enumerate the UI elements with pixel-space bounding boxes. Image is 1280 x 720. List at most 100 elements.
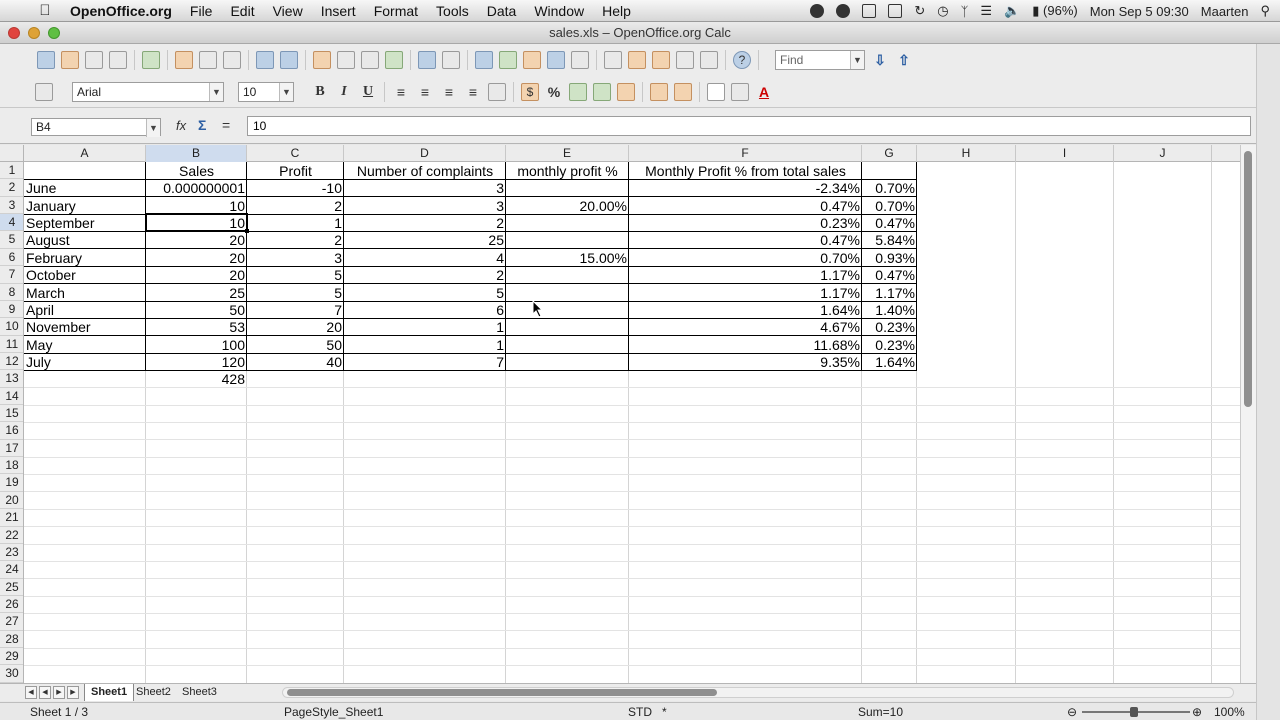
cell-e10[interactable]: [506, 318, 629, 335]
cell-a2[interactable]: June: [24, 179, 146, 196]
cell-e12[interactable]: [506, 353, 629, 370]
row-header-14[interactable]: 14: [0, 388, 23, 406]
selection-mode-status[interactable]: STD: [628, 705, 652, 719]
wifi-icon[interactable]: ☰: [980, 3, 992, 19]
volume-icon[interactable]: 🔈: [1004, 3, 1020, 19]
data-sources-icon[interactable]: [676, 51, 694, 69]
row-header-18[interactable]: 18: [0, 457, 23, 475]
zoom-icon[interactable]: [700, 51, 718, 69]
row-header-8[interactable]: 8: [0, 284, 23, 301]
chevron-down-icon[interactable]: ▼: [279, 82, 293, 101]
cell-d10[interactable]: 1: [344, 318, 506, 335]
export-pdf-icon[interactable]: [175, 51, 193, 69]
row-header-25[interactable]: 25: [0, 579, 23, 596]
cell-b12[interactable]: 120: [146, 353, 247, 370]
cell-c11[interactable]: 50: [247, 336, 344, 353]
redo-icon[interactable]: [442, 51, 460, 69]
font-name-box[interactable]: Arial ▼: [72, 81, 224, 102]
column-header-i[interactable]: I: [1016, 145, 1114, 162]
cell-c4[interactable]: 1: [247, 214, 344, 231]
cell-c8[interactable]: 5: [247, 284, 344, 301]
sheet-tab-3[interactable]: Sheet3: [176, 684, 223, 701]
cell-a8[interactable]: March: [24, 284, 146, 301]
menu-view[interactable]: View: [273, 3, 303, 19]
row-header-15[interactable]: 15: [0, 405, 23, 423]
apple-menu-icon[interactable]: : [30, 2, 60, 19]
bluetooth-icon[interactable]: ᛉ: [961, 4, 969, 19]
cell-b5[interactable]: 20: [146, 231, 247, 248]
column-header-h[interactable]: H: [917, 145, 1016, 162]
cell-c6[interactable]: 3: [247, 249, 344, 266]
autospellcheck-icon[interactable]: [280, 51, 298, 69]
cell-e4[interactable]: [506, 214, 629, 231]
row-header-9[interactable]: 9: [0, 301, 23, 319]
find-field[interactable]: Find ▼: [775, 50, 865, 70]
cell-c12[interactable]: 40: [247, 353, 344, 370]
column-header-f[interactable]: F: [629, 145, 862, 162]
gallery-icon[interactable]: [652, 51, 670, 69]
page-preview-icon[interactable]: [223, 51, 241, 69]
sort-descending-icon[interactable]: [523, 51, 541, 69]
clone-formatting-icon[interactable]: [385, 51, 403, 69]
row-header-29[interactable]: 29: [0, 648, 23, 666]
insert-chart-icon[interactable]: [547, 51, 565, 69]
cell-b1[interactable]: Sales: [146, 162, 247, 179]
cell-g2[interactable]: 0.70%: [862, 179, 917, 196]
edit-file-icon[interactable]: [142, 51, 160, 69]
find-replace-icon[interactable]: [604, 51, 622, 69]
next-sheet-icon[interactable]: ▶: [53, 686, 65, 699]
sort-ascending-icon[interactable]: [499, 51, 517, 69]
cell-g11[interactable]: 0.23%: [862, 336, 917, 353]
cell-b13-total[interactable]: 428: [146, 370, 247, 387]
show-draw-functions-icon[interactable]: [571, 51, 589, 69]
sheet-tab-2[interactable]: Sheet2: [130, 684, 177, 701]
cell-a11[interactable]: May: [24, 336, 146, 353]
save-icon[interactable]: [85, 51, 103, 69]
menu-format[interactable]: Format: [374, 3, 418, 19]
undo-icon[interactable]: [418, 51, 436, 69]
cell-e1[interactable]: monthly profit %: [506, 162, 629, 179]
row-header-23[interactable]: 23: [0, 544, 23, 562]
column-header-b[interactable]: B: [146, 145, 247, 162]
cell-c5[interactable]: 2: [247, 231, 344, 248]
cell-g10[interactable]: 0.23%: [862, 318, 917, 335]
email-icon[interactable]: [109, 51, 127, 69]
row-header-5[interactable]: 5: [0, 231, 23, 249]
cell-g4[interactable]: 0.47%: [862, 214, 917, 231]
row-header-30[interactable]: 30: [0, 665, 23, 683]
sheet-tab-1[interactable]: Sheet1: [84, 684, 135, 701]
cell-f10[interactable]: 4.67%: [629, 318, 862, 335]
first-sheet-icon[interactable]: ◀: [25, 686, 37, 699]
cell-f9[interactable]: 1.64%: [629, 301, 862, 318]
cell-b11[interactable]: 100: [146, 336, 247, 353]
chevron-down-icon[interactable]: ▼: [209, 82, 223, 101]
cell-d8[interactable]: 5: [344, 284, 506, 301]
cell-e7[interactable]: [506, 266, 629, 283]
cell-e3[interactable]: 20.00%: [506, 197, 629, 214]
cell-c9[interactable]: 7: [247, 301, 344, 318]
column-header-c[interactable]: C: [247, 145, 344, 162]
standard-format-icon[interactable]: [569, 82, 587, 101]
row-header-21[interactable]: 21: [0, 509, 23, 527]
column-header-a[interactable]: A: [24, 145, 146, 162]
cell-g7[interactable]: 0.47%: [862, 266, 917, 283]
horizontal-scroll-thumb[interactable]: [287, 689, 717, 696]
cell-f12[interactable]: 9.35%: [629, 353, 862, 370]
select-all-corner[interactable]: [0, 145, 24, 162]
bold-icon[interactable]: B: [311, 83, 329, 101]
percent-format-icon[interactable]: %: [545, 83, 563, 101]
cell-f6[interactable]: 0.70%: [629, 249, 862, 266]
cell-d2[interactable]: 3: [344, 179, 506, 196]
cell-b10[interactable]: 53: [146, 318, 247, 335]
cell-b2[interactable]: 0.000000001: [146, 179, 247, 196]
menu-data[interactable]: Data: [487, 3, 517, 19]
cell-a10[interactable]: November: [24, 318, 146, 335]
zoom-slider-knob[interactable]: [1130, 707, 1138, 717]
cell-d12[interactable]: 7: [344, 353, 506, 370]
cell-f2[interactable]: -2.34%: [629, 179, 862, 196]
row-header-11[interactable]: 11: [0, 336, 23, 353]
row-header-27[interactable]: 27: [0, 613, 23, 631]
spellcheck-icon[interactable]: [256, 51, 274, 69]
cell-b3[interactable]: 10: [146, 197, 247, 214]
cell-g6[interactable]: 0.93%: [862, 249, 917, 266]
